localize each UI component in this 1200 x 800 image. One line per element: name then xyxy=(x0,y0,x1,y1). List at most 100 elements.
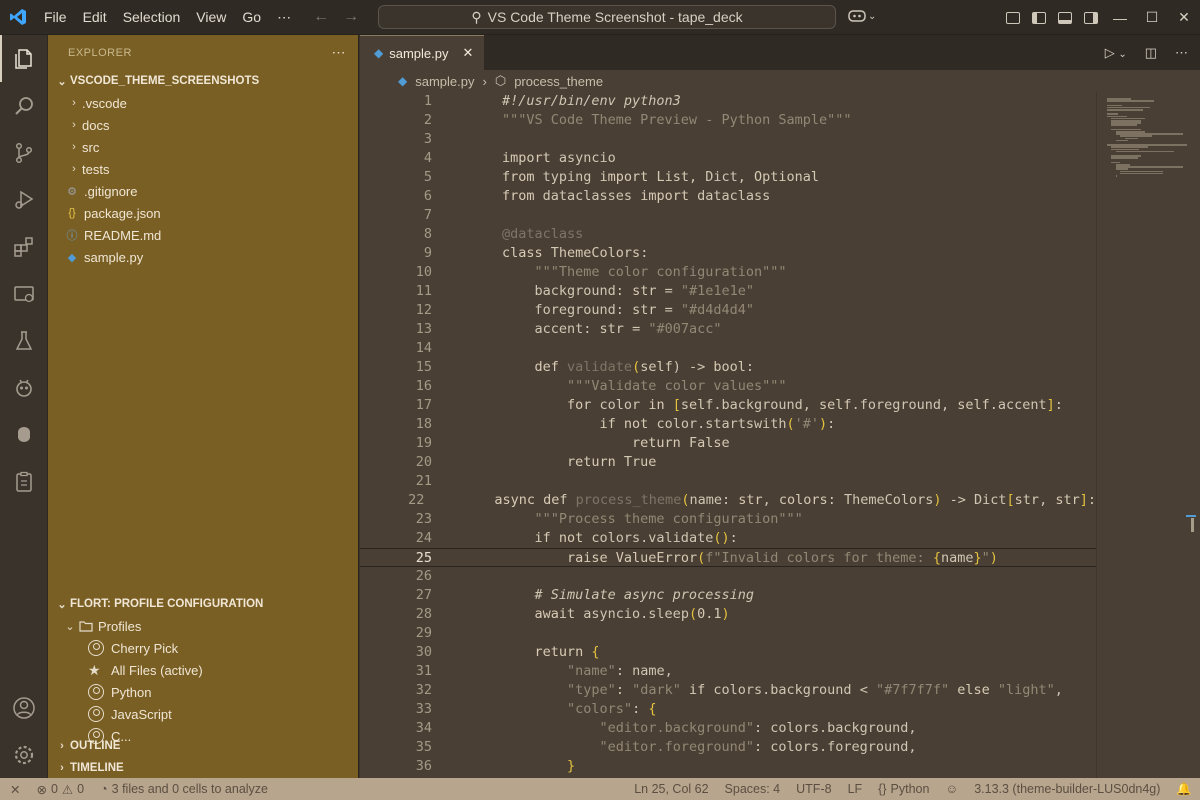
code-line[interactable]: 10 """Theme color configuration""" xyxy=(360,263,1096,282)
profile-item[interactable]: JavaScript xyxy=(48,703,358,725)
code-line[interactable]: 26 xyxy=(360,567,1096,586)
end-of-line[interactable]: LF xyxy=(840,782,871,796)
more-actions-icon[interactable]: ⋯ xyxy=(332,44,347,61)
code-line[interactable]: 1 #!/usr/bin/env python3 xyxy=(360,92,1096,111)
code-line[interactable]: 27 # Simulate async processing xyxy=(360,586,1096,605)
clipboard-icon[interactable] xyxy=(0,458,48,505)
profile-item[interactable]: Python xyxy=(48,681,358,703)
notifications-bell-icon[interactable]: 🔔 xyxy=(1168,782,1200,797)
toggle-secondary-sidebar-icon[interactable] xyxy=(1078,0,1104,35)
encoding[interactable]: UTF-8 xyxy=(788,782,839,796)
code-line[interactable]: 21 xyxy=(360,472,1096,491)
toggle-primary-sidebar-icon[interactable] xyxy=(1026,0,1052,35)
scrollbar-thumb[interactable] xyxy=(1191,518,1194,532)
close-tab-icon[interactable]: ✕ xyxy=(462,45,473,61)
source-control-icon[interactable] xyxy=(0,129,48,176)
code-line[interactable]: 5 from typing import List, Dict, Optional xyxy=(360,168,1096,187)
breadcrumb-file[interactable]: sample.py xyxy=(415,74,474,89)
code-line[interactable]: 25 raise ValueError(f"Invalid colors for… xyxy=(360,548,1096,567)
code-line[interactable]: 20 return True xyxy=(360,453,1096,472)
flask-shield-icon[interactable] xyxy=(0,411,48,458)
code-line[interactable]: 4 import asyncio xyxy=(360,149,1096,168)
forward-arrow-icon[interactable]: → xyxy=(343,8,359,26)
code-line[interactable]: 30 return { xyxy=(360,643,1096,662)
code-line[interactable]: 32 "type": "dark" if colors.background <… xyxy=(360,681,1096,700)
folder-item[interactable]: › docs xyxy=(48,114,358,136)
profiles-folder[interactable]: ⌄ Profiles xyxy=(48,615,358,637)
code-line[interactable]: 34 "editor.background": colors.backgroun… xyxy=(360,719,1096,738)
code-line[interactable]: 31 "name": name, xyxy=(360,662,1096,681)
indentation[interactable]: Spaces: 4 xyxy=(717,782,789,796)
analysis-status[interactable]: ◔ 3 files and 0 cells to analyze xyxy=(92,782,276,796)
robot-icon[interactable] xyxy=(0,364,48,411)
code-line[interactable]: 15 def validate(self) -> bool: xyxy=(360,358,1096,377)
extensions-icon[interactable] xyxy=(0,223,48,270)
code-line[interactable]: 3 xyxy=(360,130,1096,149)
menu-item[interactable]: ⋯ xyxy=(269,0,299,35)
split-editor-icon[interactable]: ◫ xyxy=(1145,45,1157,61)
language-mode[interactable]: {} Python xyxy=(870,782,937,796)
remote-indicator[interactable]: ✕ xyxy=(0,782,28,797)
file-item[interactable]: ⓘ README.md xyxy=(48,224,358,246)
python-interpreter[interactable]: 3.13.3 (theme-builder-LUS0dn4g) xyxy=(966,782,1168,796)
search-icon[interactable] xyxy=(0,82,48,129)
workspace-root[interactable]: ⌄ VSCODE_THEME_SCREENSHOTS xyxy=(48,70,358,92)
code-line[interactable]: 33 "colors": { xyxy=(360,700,1096,719)
code-line[interactable]: 18 if not color.startswith('#'): xyxy=(360,415,1096,434)
code-line[interactable]: 13 accent: str = "#007acc" xyxy=(360,320,1096,339)
code-line[interactable]: 16 """Validate color values""" xyxy=(360,377,1096,396)
tab-sample-py[interactable]: ◆ sample.py ✕ xyxy=(360,35,484,70)
code-line[interactable]: 23 """Process theme configuration""" xyxy=(360,510,1096,529)
timeline-header[interactable]: › TIMELINE xyxy=(48,757,358,779)
account-icon[interactable] xyxy=(0,684,48,731)
code-line[interactable]: 24 if not colors.validate(): xyxy=(360,529,1096,548)
outline-header[interactable]: › OUTLINE xyxy=(48,735,358,757)
profile-item[interactable]: Cherry Pick xyxy=(48,637,358,659)
file-item[interactable]: ◆ sample.py xyxy=(48,246,358,268)
problems-indicator[interactable]: ⊗ 0 ⚠ 0 xyxy=(28,782,92,797)
file-item[interactable]: {} package.json xyxy=(48,202,358,224)
folder-item[interactable]: › src xyxy=(48,136,358,158)
code-line[interactable]: 28 await asyncio.sleep(0.1) xyxy=(360,605,1096,624)
toggle-panel-icon[interactable] xyxy=(1052,0,1078,35)
profile-item[interactable]: ★ All Files (active) xyxy=(48,659,358,681)
menu-item[interactable]: View xyxy=(188,0,234,35)
code-line[interactable]: 6 from dataclasses import dataclass xyxy=(360,187,1096,206)
testing-flask-icon[interactable] xyxy=(0,317,48,364)
minimap[interactable] xyxy=(1096,92,1200,778)
code-line[interactable]: 35 "editor.foreground": colors.foregroun… xyxy=(360,738,1096,757)
run-icon[interactable]: ▷ ⌄ xyxy=(1105,45,1127,61)
code-line[interactable]: 36 } xyxy=(360,757,1096,776)
code-line[interactable]: 8 @dataclass xyxy=(360,225,1096,244)
code-line[interactable]: 19 return False xyxy=(360,434,1096,453)
menu-item[interactable]: Edit xyxy=(75,0,115,35)
code-line[interactable]: 9 class ThemeColors: xyxy=(360,244,1096,263)
customize-layout-icon[interactable] xyxy=(1000,0,1026,35)
cursor-position[interactable]: Ln 25, Col 62 xyxy=(626,782,716,796)
breadcrumb-symbol[interactable]: process_theme xyxy=(514,74,603,89)
folder-item[interactable]: › .vscode xyxy=(48,92,358,114)
copilot-button[interactable]: ⌄ xyxy=(848,8,876,25)
code-editor[interactable]: 1 #!/usr/bin/env python3 2 """VS Code Theme… xyxy=(360,92,1096,778)
folder-item[interactable]: › tests xyxy=(48,158,358,180)
code-line[interactable]: 17 for color in [self.background, self.f… xyxy=(360,396,1096,415)
run-debug-icon[interactable] xyxy=(0,176,48,223)
command-center[interactable]: ⚲ VS Code Theme Screenshot - tape_deck xyxy=(378,5,836,29)
code-line[interactable]: 29 xyxy=(360,624,1096,643)
maximize-icon[interactable]: ☐ xyxy=(1136,0,1168,35)
remote-explorer-icon[interactable] xyxy=(0,270,48,317)
code-line[interactable]: 2 """VS Code Theme Preview - Python Sampl… xyxy=(360,111,1096,130)
code-line[interactable]: 14 xyxy=(360,339,1096,358)
more-actions-icon[interactable]: ⋯ xyxy=(1175,45,1188,61)
menu-item[interactable]: File xyxy=(36,0,75,35)
menu-item[interactable]: Selection xyxy=(115,0,189,35)
close-window-icon[interactable]: ✕ xyxy=(1168,0,1200,35)
copilot-status-icon[interactable]: ☺ xyxy=(937,782,966,796)
code-line[interactable]: 11 background: str = "#1e1e1e" xyxy=(360,282,1096,301)
explorer-icon[interactable] xyxy=(0,35,48,82)
file-item[interactable]: ⚙ .gitignore xyxy=(48,180,358,202)
code-line[interactable]: 22 async def process_theme(name: str, col… xyxy=(360,491,1096,510)
minimize-icon[interactable]: — xyxy=(1104,0,1136,35)
code-line[interactable]: 7 xyxy=(360,206,1096,225)
settings-gear-icon[interactable] xyxy=(0,731,48,778)
